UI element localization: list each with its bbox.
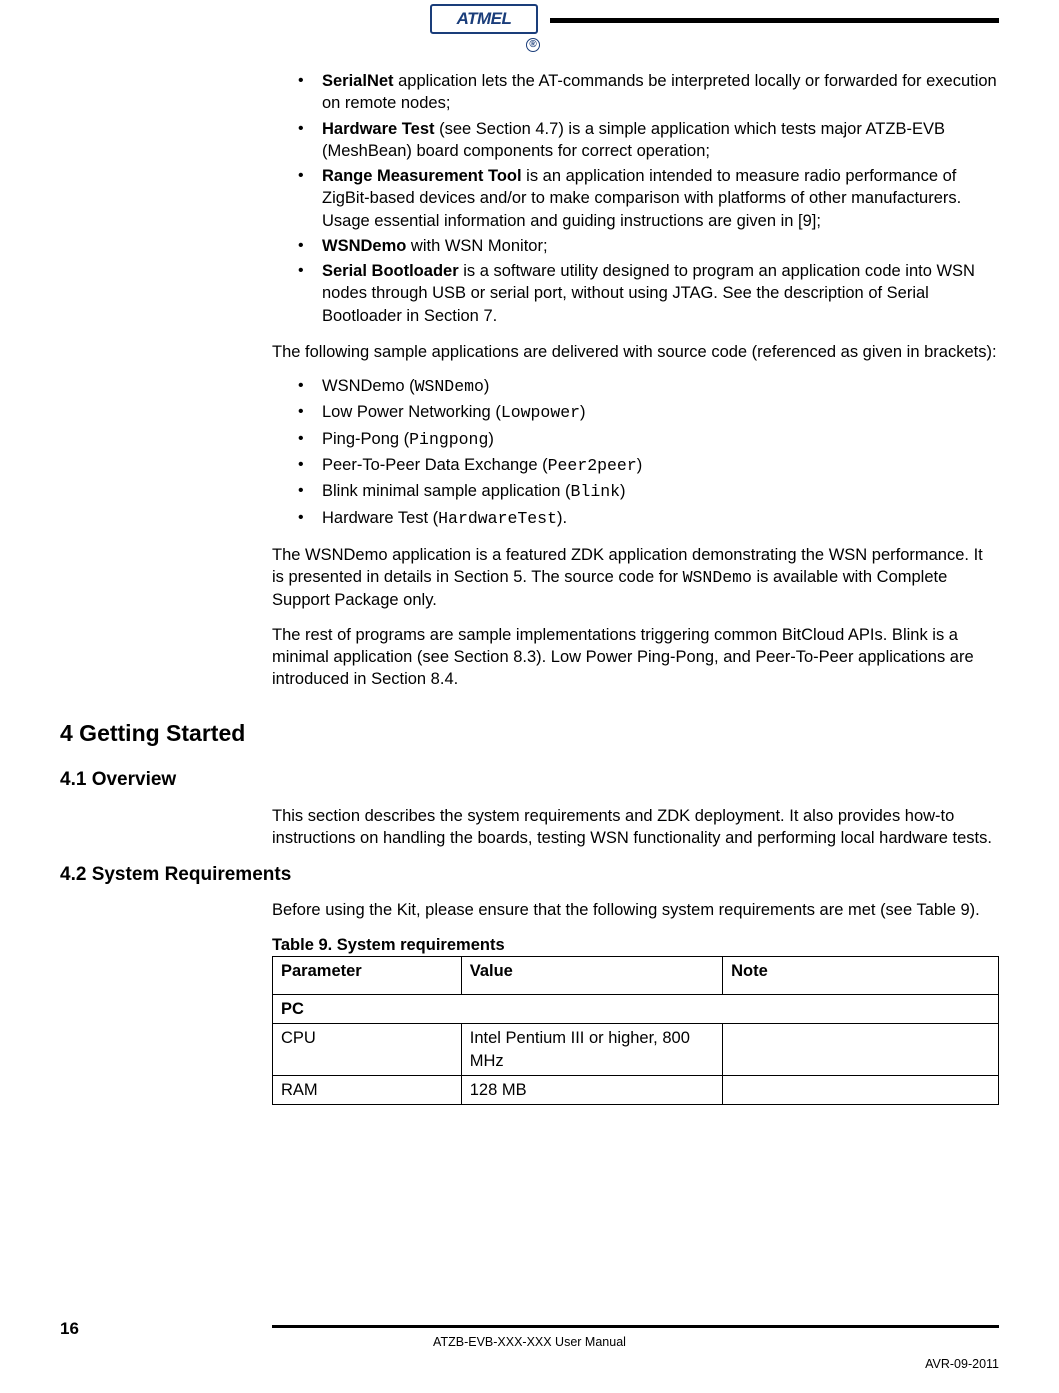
item-pre: Hardware Test ( (322, 509, 438, 527)
item-title: Hardware Test (322, 120, 435, 138)
feature-bullet-list: SerialNet application lets the AT-comman… (294, 70, 999, 327)
item-pre: Blink minimal sample application ( (322, 482, 571, 500)
cell-value: 128 MB (461, 1075, 722, 1104)
page-header: ATMEL ® (60, 0, 999, 60)
cell-param: CPU (273, 1024, 462, 1076)
section-4-1-para: This section describes the system requir… (272, 805, 999, 850)
paragraph-rest: The rest of programs are sample implemen… (272, 624, 999, 691)
col-parameter: Parameter (273, 956, 462, 994)
registered-icon: ® (526, 38, 540, 52)
cell-note (723, 1075, 999, 1104)
cell-value: Intel Pentium III or higher, 800 MHz (461, 1024, 722, 1076)
footer-doc-code: AVR-09-2011 (925, 1356, 999, 1373)
list-item: Hardware Test (HardwareTest). (294, 507, 999, 530)
item-post: ) (637, 456, 643, 474)
table-9-caption: Table 9. System requirements (272, 934, 999, 956)
item-text: with WSN Monitor; (406, 237, 547, 255)
item-title: SerialNet (322, 72, 394, 90)
page-content: SerialNet application lets the AT-comman… (272, 70, 999, 1105)
list-item: Ping-Pong (Pingpong) (294, 428, 999, 451)
item-post: ) (484, 377, 490, 395)
system-requirements-table: Parameter Value Note PC CPU Intel Pentiu… (272, 956, 999, 1105)
section-4-2-title: 4.2 System Requirements (60, 862, 999, 888)
item-pre: Ping-Pong ( (322, 430, 409, 448)
item-code: Blink (571, 482, 621, 501)
footer-manual-title: ATZB-EVB-XXX-XXX User Manual (0, 1334, 1059, 1351)
atmel-logo: ATMEL ® (430, 4, 538, 42)
item-code: Pingpong (409, 430, 488, 449)
section-4-title: 4 Getting Started (60, 718, 999, 749)
table-header-row: Parameter Value Note (273, 956, 999, 994)
list-item: Hardware Test (see Section 4.7) is a sim… (294, 118, 999, 163)
item-pre: Peer-To-Peer Data Exchange ( (322, 456, 548, 474)
header-rule (550, 18, 999, 23)
cell-param: RAM (273, 1075, 462, 1104)
table-row: RAM 128 MB (273, 1075, 999, 1104)
item-post: ) (620, 482, 626, 500)
paragraph-wsndemo: The WSNDemo application is a featured ZD… (272, 544, 999, 612)
item-post: ) (488, 430, 494, 448)
item-post: ). (557, 509, 567, 527)
item-text: application lets the AT-commands be inte… (322, 72, 997, 112)
cell-note (723, 1024, 999, 1076)
item-code: WSNDemo (415, 377, 484, 396)
list-item: WSNDemo (WSNDemo) (294, 375, 999, 398)
sample-app-list: WSNDemo (WSNDemo) Low Power Networking (… (294, 375, 999, 530)
col-value: Value (461, 956, 722, 994)
item-code: Peer2peer (548, 456, 637, 475)
cell-pc: PC (273, 995, 999, 1024)
item-title: WSNDemo (322, 237, 406, 255)
logo-text: ATMEL (430, 4, 538, 34)
list-item: Blink minimal sample application (Blink) (294, 480, 999, 503)
item-title: Serial Bootloader (322, 262, 459, 280)
list-item: WSNDemo with WSN Monitor; (294, 235, 999, 257)
item-pre: WSNDemo ( (322, 377, 415, 395)
item-code: Lowpower (501, 403, 580, 422)
paragraph-sample-intro: The following sample applications are de… (272, 341, 999, 363)
list-item: Peer-To-Peer Data Exchange (Peer2peer) (294, 454, 999, 477)
item-pre: Low Power Networking ( (322, 403, 501, 421)
section-4-2-para: Before using the Kit, please ensure that… (272, 899, 999, 921)
list-item: Range Measurement Tool is an application… (294, 165, 999, 232)
table-row: CPU Intel Pentium III or higher, 800 MHz (273, 1024, 999, 1076)
item-code: HardwareTest (438, 509, 557, 528)
col-note: Note (723, 956, 999, 994)
list-item: Low Power Networking (Lowpower) (294, 401, 999, 424)
list-item: Serial Bootloader is a software utility … (294, 260, 999, 327)
item-title: Range Measurement Tool (322, 167, 522, 185)
item-post: ) (580, 403, 586, 421)
text-code: WSNDemo (683, 568, 752, 587)
list-item: SerialNet application lets the AT-comman… (294, 70, 999, 115)
footer-rule (272, 1325, 999, 1328)
table-row: PC (273, 995, 999, 1024)
section-4-1-title: 4.1 Overview (60, 767, 999, 793)
